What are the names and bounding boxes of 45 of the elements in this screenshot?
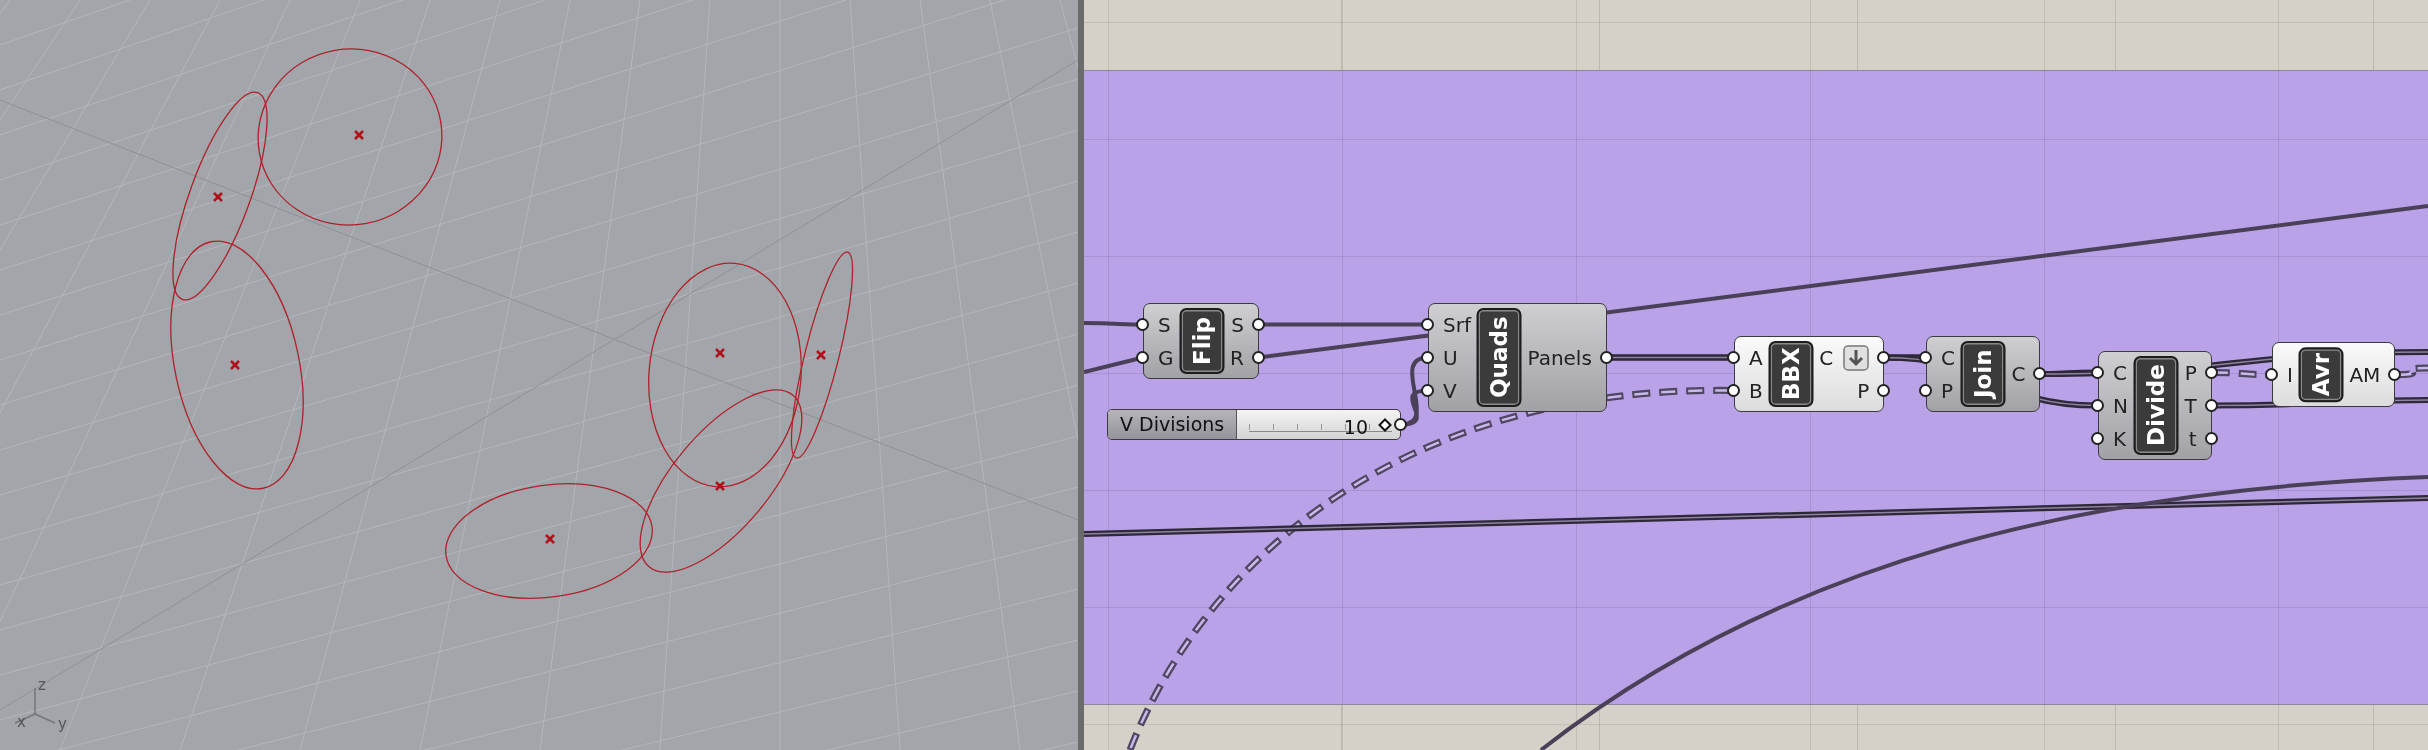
input-label: C xyxy=(1941,344,1955,372)
output-label: t xyxy=(2188,425,2197,453)
component-name: BBX xyxy=(1768,341,1814,407)
output-label: T xyxy=(2184,392,2197,420)
component-name: Join xyxy=(1960,341,2006,407)
axis-label: y xyxy=(58,715,67,733)
input-label: V xyxy=(1443,377,1457,405)
input-label: U xyxy=(1443,344,1458,372)
input-label: K xyxy=(2113,425,2127,453)
point-marker-icon xyxy=(816,350,826,360)
input-label: C xyxy=(2113,359,2127,387)
axis-label: x xyxy=(17,713,26,731)
slider-track[interactable]: 10 xyxy=(1237,410,1400,439)
slider-value: 10 xyxy=(1343,415,1368,440)
input-label: I xyxy=(2287,361,2293,389)
slider-grip-icon[interactable] xyxy=(1378,417,1392,432)
axis-label: z xyxy=(38,676,46,694)
output-label: C xyxy=(1819,344,1834,372)
point-marker-icon xyxy=(715,481,725,491)
output-label: R xyxy=(1230,344,1244,372)
point-marker-icon xyxy=(354,130,364,140)
point-marker-icon xyxy=(213,192,223,202)
slider-label: V Divisions xyxy=(1108,410,1238,439)
component-name: Flip xyxy=(1179,308,1224,374)
component-name: Avr xyxy=(2298,347,2344,403)
output-label: Panels xyxy=(1527,344,1592,372)
point-marker-icon xyxy=(715,348,725,358)
input-label: G xyxy=(1158,344,1174,372)
number-slider[interactable]: V Divisions 10 xyxy=(1107,409,1401,440)
component-name: Quads xyxy=(1476,308,1522,407)
input-label: Srf xyxy=(1443,311,1471,339)
input-label: S xyxy=(1158,311,1171,339)
output-label: P xyxy=(1857,377,1870,405)
input-label: B xyxy=(1749,377,1763,405)
input-label: N xyxy=(2113,392,2128,420)
output-label: P xyxy=(2184,359,2197,387)
point-marker-icon xyxy=(230,360,240,370)
output-label: AM xyxy=(2349,361,2381,389)
input-label: A xyxy=(1749,344,1763,372)
output-label: S xyxy=(1231,311,1244,339)
component-name: Divide xyxy=(2133,356,2179,455)
point-marker-icon xyxy=(545,534,555,544)
output-label: C xyxy=(2011,361,2026,388)
component-node[interactable]: I Avr AM xyxy=(2272,342,2396,408)
input-label: P xyxy=(1941,377,1954,405)
